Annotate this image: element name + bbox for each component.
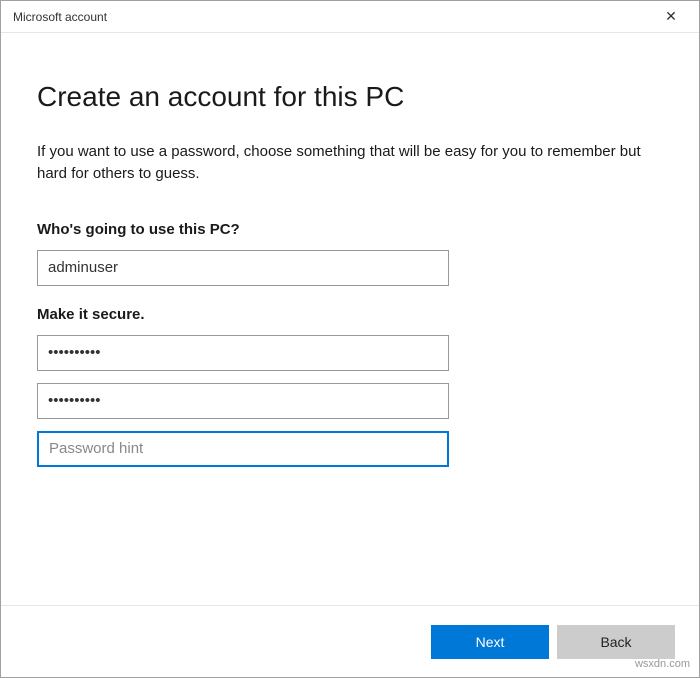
- back-button[interactable]: Back: [557, 625, 675, 659]
- close-icon: ✕: [665, 8, 677, 25]
- password-section: Make it secure.: [37, 306, 663, 467]
- next-button[interactable]: Next: [431, 625, 549, 659]
- password-section-label: Make it secure.: [37, 306, 663, 323]
- password-hint-input[interactable]: [37, 431, 449, 467]
- username-label: Who's going to use this PC?: [37, 221, 663, 238]
- content-area: Create an account for this PC If you wan…: [1, 33, 699, 605]
- username-section: Who's going to use this PC?: [37, 221, 663, 286]
- dialog-window: Microsoft account ✕ Create an account fo…: [0, 0, 700, 678]
- password-input[interactable]: [37, 335, 449, 371]
- page-title: Create an account for this PC: [37, 81, 663, 113]
- confirm-password-input[interactable]: [37, 383, 449, 419]
- title-bar: Microsoft account ✕: [1, 1, 699, 33]
- footer: Next Back: [1, 605, 699, 677]
- watermark-text: wsxdn.com: [635, 658, 690, 670]
- close-button[interactable]: ✕: [651, 3, 691, 31]
- page-description: If you want to use a password, choose so…: [37, 141, 663, 185]
- username-input[interactable]: [37, 250, 449, 286]
- window-title: Microsoft account: [13, 10, 107, 24]
